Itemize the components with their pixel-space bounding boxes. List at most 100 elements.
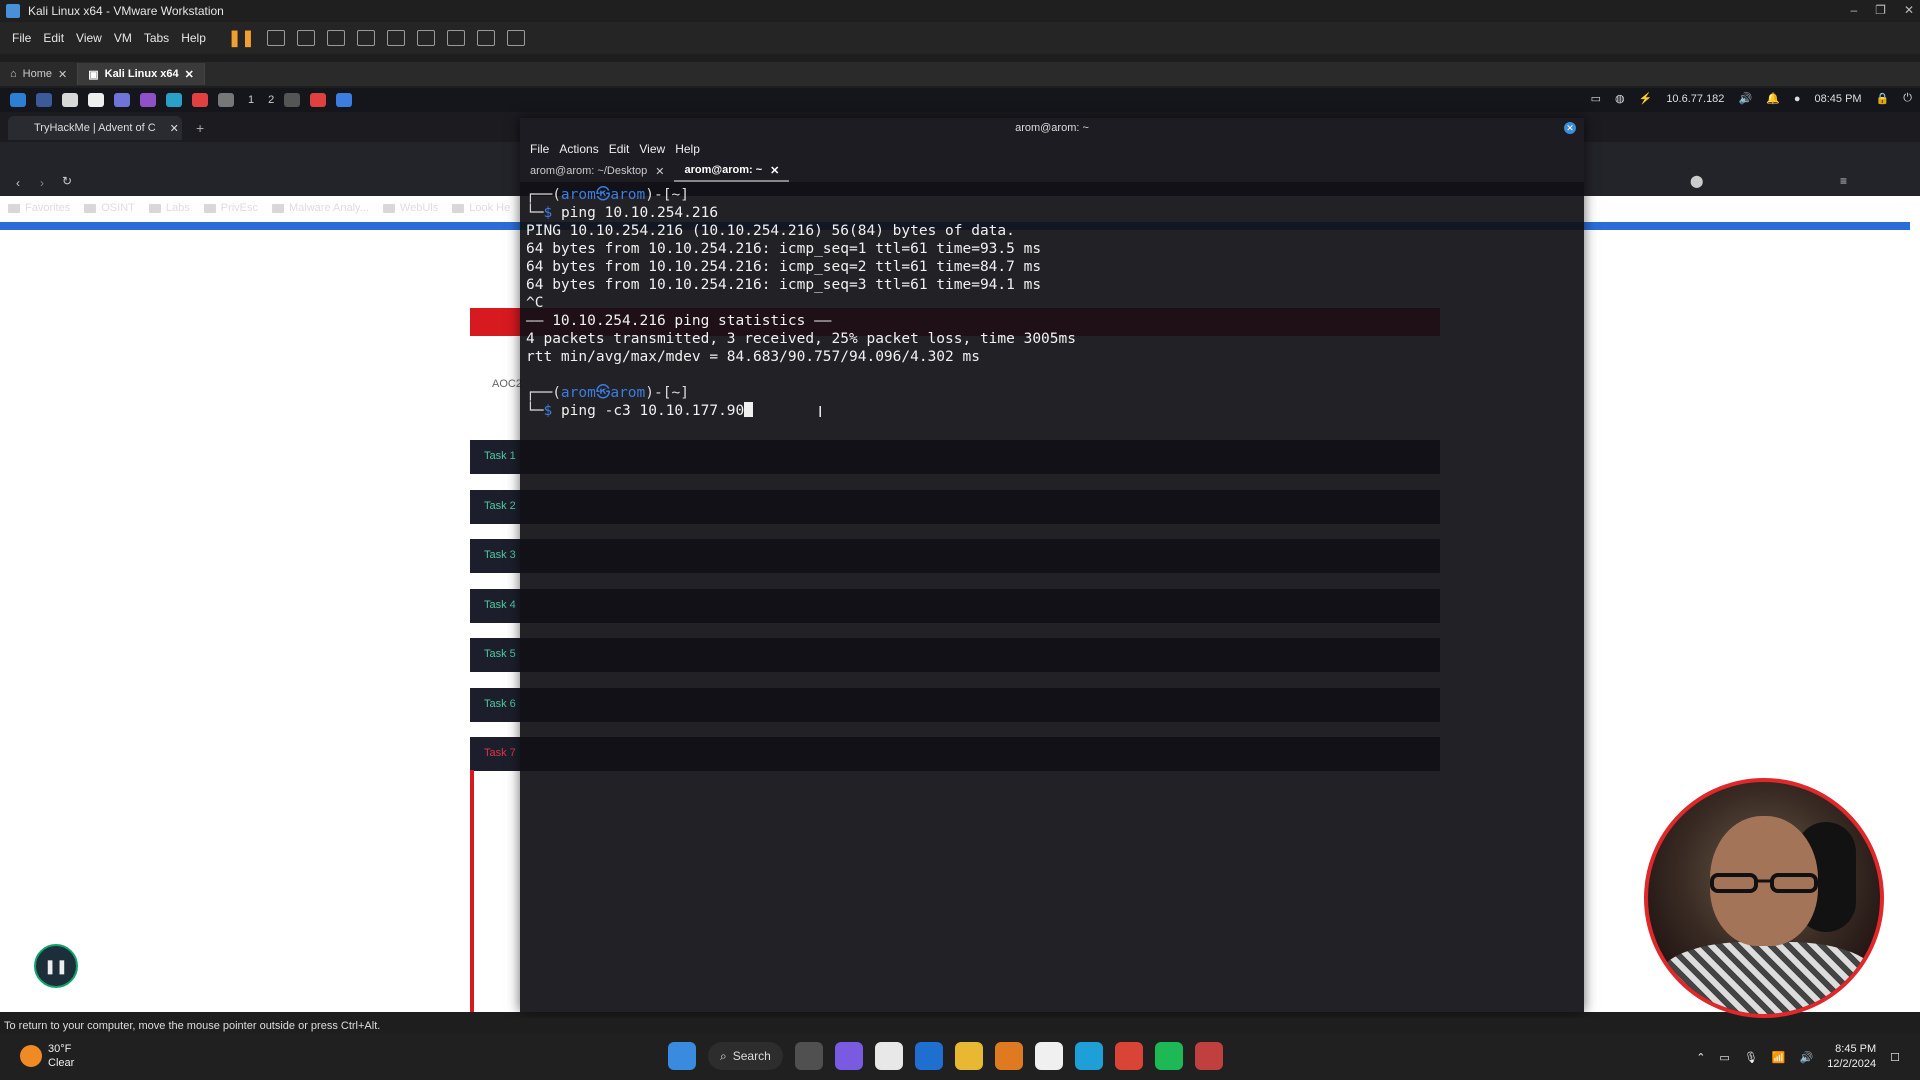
terminal-window-icon[interactable] (336, 93, 353, 107)
terminal-menu-actions[interactable]: Actions (559, 142, 598, 156)
desktop-icon[interactable] (36, 93, 52, 107)
notion-icon[interactable] (1034, 1042, 1063, 1070)
close-icon[interactable]: ✕ (1904, 3, 1914, 17)
vm-icon: ▣ (88, 68, 99, 81)
terminal-output[interactable]: ┌──(arom㉿arom)-[~] └─$ ping 10.10.254.216… (526, 186, 1566, 420)
extension-icon[interactable]: ⬤ (1690, 174, 1703, 188)
close-icon[interactable]: ✕ (770, 164, 779, 177)
bookmark-labs[interactable]: Labs (148, 202, 190, 214)
bookmark-look-here[interactable]: Look He (452, 202, 510, 214)
minimize-icon[interactable]: – (1850, 3, 1857, 17)
snapshot-manager-icon[interactable] (356, 30, 375, 46)
vmware-title-bar: Kali Linux x64 - VMware Workstation – ❐ … (0, 0, 1920, 22)
show-library-icon[interactable] (386, 30, 405, 46)
browser-tab-tryhackme[interactable]: TryHackMe | Advent of C ✕ (8, 116, 182, 140)
revert-snapshot-icon[interactable] (326, 30, 345, 46)
weather-widget[interactable]: 30°F Clear (20, 1042, 74, 1070)
prompt-dir: ~ (671, 187, 681, 203)
pause-icon[interactable]: ❚❚ (228, 28, 255, 48)
bookmark-privesc[interactable]: PrivEsc (203, 202, 258, 214)
lock-icon[interactable]: 🔒 (1876, 92, 1890, 105)
volume-icon[interactable]: 🔊 (1738, 92, 1752, 105)
terminal-menu-edit[interactable]: Edit (609, 142, 630, 156)
weather-desc: Clear (48, 1057, 75, 1069)
terminal-menu-file[interactable]: File (530, 142, 549, 156)
shutdown-icon[interactable]: ⏻ (1903, 92, 1912, 105)
search-button[interactable]: ⌕ Search (708, 1042, 783, 1070)
tab-home[interactable]: ⌂ Home ✕ (0, 63, 79, 85)
close-icon[interactable]: ✕ (58, 68, 67, 81)
bookmark-webuis[interactable]: WebUls (382, 202, 438, 214)
chat-bubble-button[interactable]: ❚❚ (34, 944, 78, 988)
vpn-icon[interactable]: ◍ (1615, 92, 1625, 105)
brave-window-icon[interactable] (310, 93, 327, 107)
send-ctrl-alt-del-icon[interactable] (266, 30, 285, 46)
menu-view[interactable]: View (76, 31, 102, 45)
workspace-2[interactable]: 2 (268, 94, 274, 106)
brave-icon[interactable] (192, 93, 208, 107)
snapshot-icon[interactable] (296, 30, 315, 46)
close-icon[interactable]: ✕ (185, 68, 194, 81)
microphone-icon[interactable]: 🎙 (1744, 1051, 1758, 1064)
speaker-icon[interactable]: 🔊 (1799, 1051, 1813, 1064)
forward-icon[interactable]: › (40, 176, 44, 190)
file-explorer-icon[interactable] (954, 1042, 983, 1070)
wifi-icon[interactable]: 📶 (1772, 1051, 1786, 1064)
file-manager-icon[interactable] (62, 93, 78, 107)
menu-file[interactable]: File (12, 31, 31, 45)
terminal-menu-view[interactable]: View (639, 142, 665, 156)
display-icon[interactable]: ▭ (1719, 1051, 1729, 1064)
notification-icon[interactable]: 🔔 (1766, 92, 1780, 105)
close-icon[interactable]: ✕ (655, 165, 664, 178)
terminal-menu-help[interactable]: Help (675, 142, 700, 156)
notification-center-icon[interactable]: ☐ (1890, 1051, 1900, 1064)
outlook-icon[interactable] (914, 1042, 943, 1070)
back-icon[interactable]: ‹ (16, 176, 20, 190)
app-icon-2[interactable] (140, 93, 156, 107)
screen-icon[interactable]: ▭ (1591, 92, 1601, 105)
app-icon[interactable] (114, 93, 130, 107)
thumbnail-bar-icon[interactable] (416, 30, 435, 46)
power-icon[interactable]: ● (1794, 93, 1801, 105)
windows-start-icon[interactable] (668, 1042, 696, 1070)
terminal-tab-home[interactable]: arom@arom: ~ ✕ (674, 160, 790, 182)
bookmark-malware[interactable]: Malware Analy... (272, 202, 369, 214)
task-label: Task 6 (484, 698, 516, 710)
new-tab-icon[interactable]: + (196, 120, 204, 136)
task-view-icon[interactable] (794, 1042, 823, 1070)
network-icon[interactable]: ⚡ (1639, 92, 1653, 105)
vmware-taskbar-icon[interactable] (994, 1042, 1023, 1070)
bookmark-osint[interactable]: OSINT (84, 202, 135, 214)
close-icon[interactable]: ✕ (170, 122, 179, 135)
burp-icon[interactable] (166, 93, 182, 107)
restore-icon[interactable]: ❐ (1875, 3, 1886, 17)
terminal-icon[interactable] (218, 93, 234, 107)
kali-menu-icon[interactable] (10, 93, 26, 107)
command-input[interactable]: ping -c3 10.10.177.90 (561, 403, 744, 419)
reload-icon[interactable]: ↻ (62, 174, 72, 188)
window-icon[interactable] (284, 93, 301, 107)
store-icon[interactable] (874, 1042, 903, 1070)
chevron-up-icon[interactable]: ⌃ (1696, 1051, 1705, 1064)
menu-tabs[interactable]: Tabs (144, 31, 169, 45)
terminal-tab-desktop[interactable]: arom@arom: ~/Desktop ✕ (520, 161, 674, 181)
edge-icon[interactable] (1074, 1042, 1103, 1070)
copilot-icon[interactable] (834, 1042, 863, 1070)
spotify-icon[interactable] (1154, 1042, 1183, 1070)
text-editor-icon[interactable] (88, 93, 104, 107)
close-icon[interactable]: ✕ (1564, 122, 1576, 134)
taskbar-clock[interactable]: 8:45 PM 12/2/2024 (1827, 1042, 1876, 1072)
bookmark-favorites[interactable]: Favorites (8, 202, 70, 214)
ibeam-cursor-icon: I (818, 404, 823, 421)
stretch-guest-icon[interactable] (506, 30, 525, 46)
menu-edit[interactable]: Edit (43, 31, 64, 45)
menu-help[interactable]: Help (181, 31, 206, 45)
chrome-icon[interactable] (1114, 1042, 1143, 1070)
menu-icon[interactable]: ≡ (1840, 174, 1847, 188)
menu-vm[interactable]: VM (114, 31, 132, 45)
console-view-icon[interactable] (476, 30, 495, 46)
app-taskbar-icon[interactable] (1194, 1042, 1223, 1070)
tab-kali-linux[interactable]: ▣ Kali Linux x64 ✕ (78, 63, 205, 85)
full-screen-icon[interactable] (446, 30, 465, 46)
workspace-1[interactable]: 1 (248, 94, 254, 106)
